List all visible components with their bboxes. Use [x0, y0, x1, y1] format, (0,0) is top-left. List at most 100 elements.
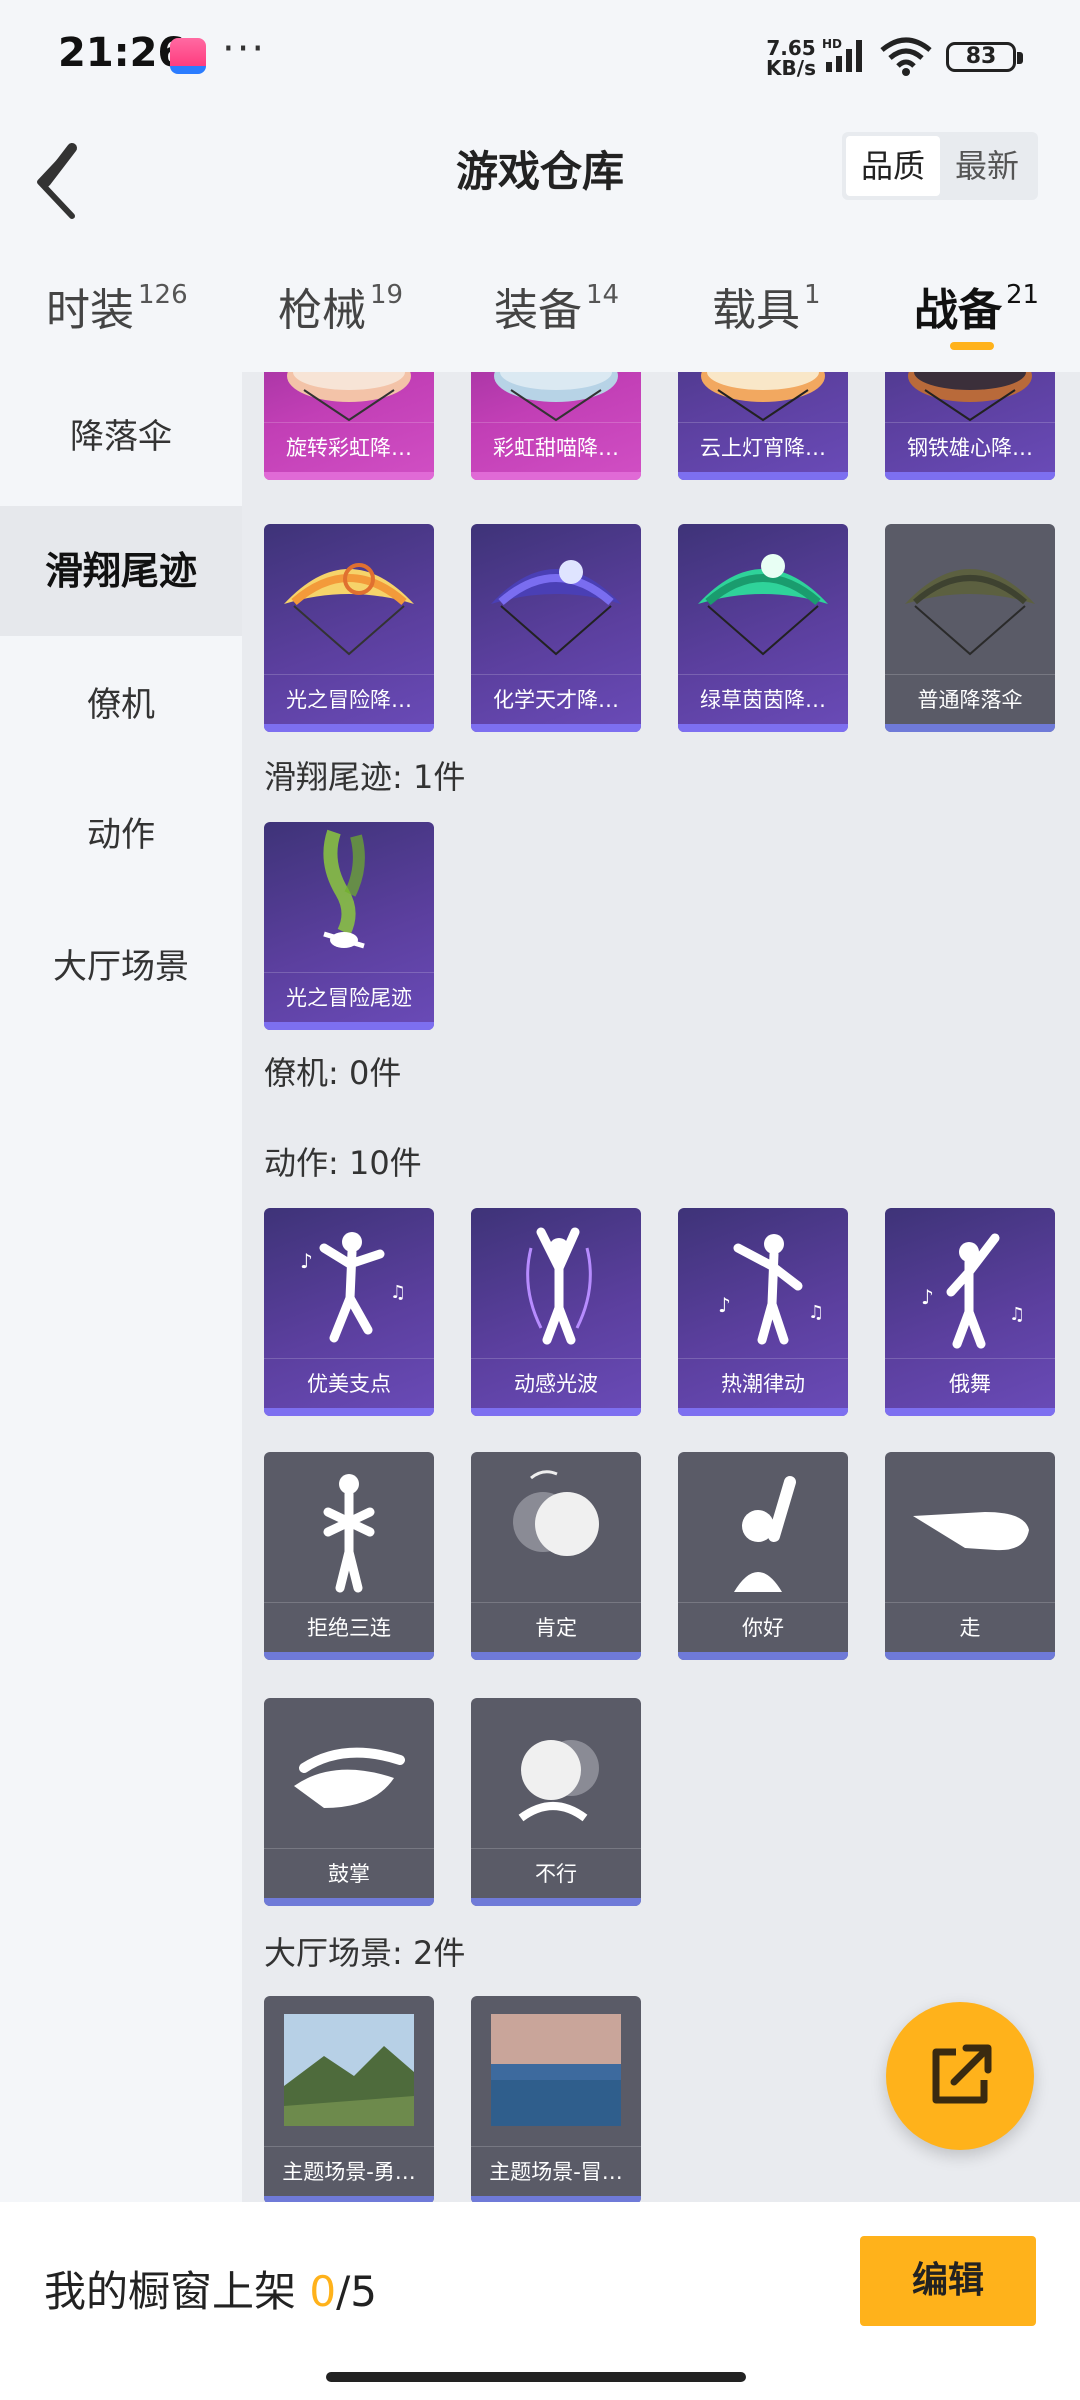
- tab-vehicles[interactable]: 载具 1: [712, 274, 821, 338]
- parachute-image: [284, 563, 414, 656]
- item-name: 俄舞: [885, 1358, 1055, 1408]
- sidebar-item-lobby-scene[interactable]: 大厅场景: [0, 902, 242, 1032]
- item-name: 优美支点: [264, 1358, 434, 1408]
- item-name: 钢铁雄心降…: [885, 422, 1055, 472]
- item-card[interactable]: 钢铁雄心降…: [885, 372, 1055, 480]
- item-card[interactable]: 光之冒险尾迹: [264, 822, 434, 1030]
- item-name: 化学天才降…: [471, 674, 641, 724]
- bottom-bar: 我的橱窗上架 0/5 编辑: [0, 2202, 1080, 2400]
- tab-outfits[interactable]: 时装 126: [46, 274, 188, 338]
- tab-vehicles-count: 1: [804, 280, 821, 310]
- rarity-bar: [264, 1408, 434, 1416]
- emote-image: ♪♫: [921, 1233, 1025, 1349]
- sidebar-item-emote[interactable]: 动作: [0, 770, 242, 900]
- item-card[interactable]: 彩虹甜喵降…: [471, 372, 641, 480]
- battery-indicator: 83: [946, 42, 1023, 72]
- item-card[interactable]: 不行: [471, 1698, 641, 1906]
- item-card[interactable]: 旋转彩虹降…: [264, 372, 434, 480]
- svg-text:♫: ♫: [808, 1302, 824, 1323]
- item-name: 肯定: [471, 1602, 641, 1652]
- item-card[interactable]: 化学天才降…: [471, 524, 641, 732]
- parachute-image: [491, 560, 621, 656]
- item-name: 鼓掌: [264, 1848, 434, 1898]
- external-link-icon: [932, 2044, 992, 2104]
- edit-button[interactable]: 编辑: [860, 2236, 1036, 2326]
- item-card[interactable]: 云上灯宵降…: [678, 372, 848, 480]
- item-card[interactable]: ♪ ♫ 优美支点: [264, 1208, 434, 1416]
- tab-battle-prep-count: 21: [1006, 280, 1040, 310]
- item-card[interactable]: 肯定: [471, 1452, 641, 1660]
- item-card[interactable]: 拒绝三连: [264, 1452, 434, 1660]
- item-card[interactable]: 鼓掌: [264, 1698, 434, 1906]
- active-tab-indicator: [950, 342, 994, 350]
- item-card[interactable]: 走: [885, 1452, 1055, 1660]
- rarity-bar: [264, 724, 434, 732]
- signal-icon: HD: [822, 37, 862, 72]
- svg-text:♪: ♪: [300, 1249, 313, 1273]
- item-name: 普通降落伞: [885, 674, 1055, 724]
- sidebar-item-glide-trail[interactable]: 滑翔尾迹: [0, 506, 242, 636]
- item-name: 旋转彩虹降…: [264, 422, 434, 472]
- tab-weapons[interactable]: 枪械 19: [278, 274, 403, 338]
- rarity-bar: [471, 472, 641, 480]
- sort-by-newest[interactable]: 最新: [940, 136, 1034, 196]
- item-card[interactable]: 动感光波: [471, 1208, 641, 1416]
- rarity-bar: [885, 1408, 1055, 1416]
- rarity-bar: [471, 1408, 641, 1416]
- section-title-wingman: 僚机: 0件: [264, 1054, 402, 1092]
- rarity-bar: [264, 1652, 434, 1660]
- showcase-current: 0: [309, 2267, 337, 2316]
- emote-image: [734, 1476, 796, 1592]
- parachute-image: [494, 372, 618, 422]
- tab-weapons-label: 枪械: [278, 285, 366, 336]
- item-name: 不行: [471, 1848, 641, 1898]
- item-card[interactable]: ♪ ♫ 俄舞: [885, 1208, 1055, 1416]
- item-card[interactable]: 主题场景-冒…: [471, 1996, 641, 2202]
- tab-battle-prep[interactable]: 战备 21: [914, 274, 1039, 338]
- bilibili-app-icon: [170, 38, 206, 74]
- sort-by-quality[interactable]: 品质: [846, 136, 940, 196]
- sidebar-item-parachute[interactable]: 降落伞: [0, 372, 242, 502]
- tab-weapons-count: 19: [370, 280, 404, 310]
- section-title-emote: 动作: 10件: [264, 1144, 422, 1182]
- emote-image: [518, 1740, 599, 1822]
- status-bar: 21:26 ··· 7.65 KB/s HD 83: [0, 0, 1080, 110]
- tab-outfits-label: 时装: [46, 285, 134, 336]
- item-card[interactable]: ♪ ♫ 热潮律动: [678, 1208, 848, 1416]
- emote-image: [323, 1474, 375, 1593]
- item-card[interactable]: 绿草茵茵降…: [678, 524, 848, 732]
- tab-equipment[interactable]: 装备 14: [494, 274, 619, 338]
- header: 游戏仓库 品质 最新: [0, 110, 1080, 270]
- rarity-bar: [678, 1408, 848, 1416]
- item-name: 光之冒险降…: [264, 674, 434, 724]
- rarity-bar: [885, 724, 1055, 732]
- rarity-bar: [264, 1022, 434, 1030]
- item-card[interactable]: 你好: [678, 1452, 848, 1660]
- parachute-image: [908, 372, 1032, 422]
- item-card[interactable]: 主题场景-勇…: [264, 1996, 434, 2202]
- item-name: 动感光波: [471, 1358, 641, 1408]
- item-name: 彩虹甜喵降…: [471, 422, 641, 472]
- rarity-bar: [678, 1652, 848, 1660]
- emote-image: [526, 1227, 592, 1345]
- svg-text:♪: ♪: [718, 1293, 731, 1317]
- network-speed: 7.65 KB/s: [766, 38, 816, 78]
- item-name: 光之冒险尾迹: [264, 972, 434, 1022]
- emote-image: ♪♫: [300, 1232, 406, 1343]
- item-card[interactable]: 光之冒险降…: [264, 524, 434, 732]
- status-time: 21:26: [58, 30, 186, 76]
- rarity-bar: [678, 724, 848, 732]
- share-button[interactable]: [886, 2002, 1034, 2150]
- svg-text:♫: ♫: [1009, 1304, 1025, 1325]
- item-name: 热潮律动: [678, 1358, 848, 1408]
- lobby-scene-image: [491, 2014, 621, 2126]
- item-card[interactable]: 普通降落伞: [885, 524, 1055, 732]
- network-speed-unit: KB/s: [766, 56, 816, 80]
- rarity-bar: [885, 1652, 1055, 1660]
- sidebar-item-wingman[interactable]: 僚机: [0, 640, 242, 770]
- parachute-image: [905, 569, 1035, 656]
- rarity-bar: [471, 1652, 641, 1660]
- home-indicator[interactable]: [326, 2372, 746, 2382]
- rarity-bar: [678, 472, 848, 480]
- showcase-status: 我的橱窗上架 0/5: [44, 2258, 377, 2319]
